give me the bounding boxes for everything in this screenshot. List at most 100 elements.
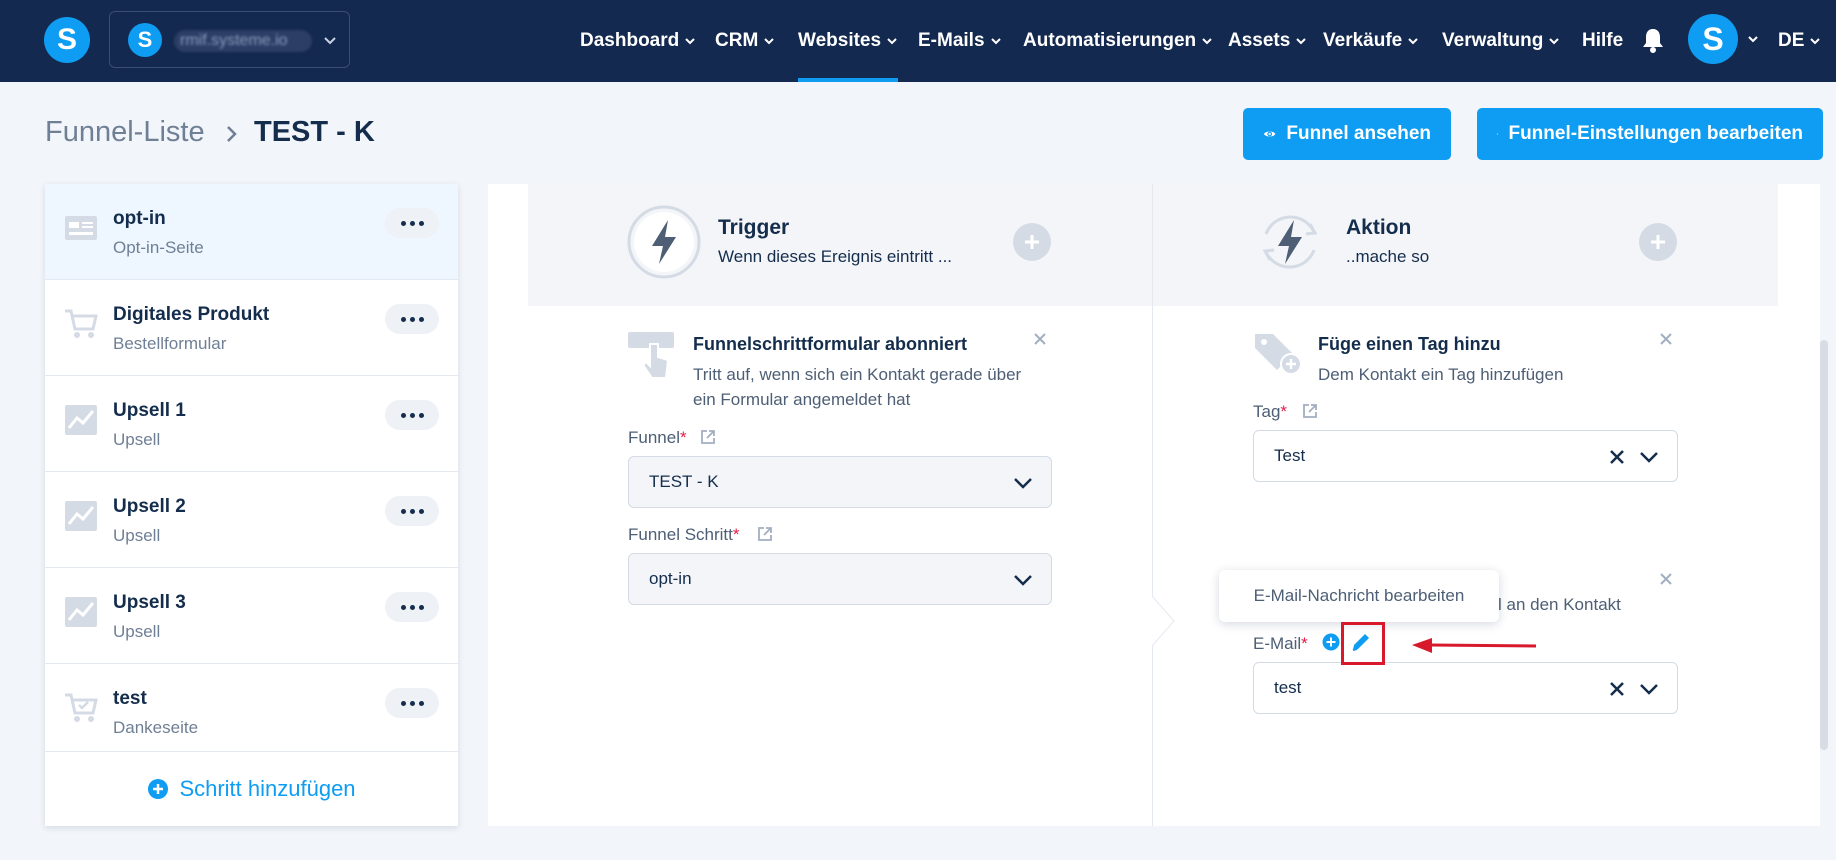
clear-icon[interactable] xyxy=(1609,681,1625,697)
chevron-down-icon xyxy=(324,37,336,45)
email-card-description: l an den Kontakt xyxy=(1498,595,1621,614)
funnel-step-field-label: Funnel Schritt* xyxy=(628,525,740,544)
edit-funnel-settings-button[interactable]: Funnel-Einstellungen bearbeiten xyxy=(1477,108,1823,160)
plus-icon xyxy=(1025,235,1039,249)
plus-circle-icon xyxy=(148,779,169,799)
close-icon[interactable] xyxy=(1033,332,1047,346)
tag-plus-icon xyxy=(1255,334,1302,375)
tag-select-value: Test xyxy=(1274,446,1306,465)
arrow-left-icon xyxy=(1412,638,1537,653)
nav-dashboard[interactable]: Dashboard xyxy=(580,0,697,82)
tag-card-title: Füge einen Tag hinzu xyxy=(1318,334,1501,354)
language-label: DE xyxy=(1778,30,1805,51)
nav-label: E-Mails xyxy=(918,30,985,51)
chevron-down-icon xyxy=(685,38,695,45)
close-icon[interactable] xyxy=(1659,332,1673,346)
more-options-button[interactable] xyxy=(385,688,439,718)
step-subtitle: Upsell xyxy=(113,622,161,641)
nav-label: Websites xyxy=(798,30,882,51)
funnel-step-item[interactable]: test Dankeseite xyxy=(45,664,458,752)
chevron-down-icon xyxy=(1014,575,1032,586)
highlight-box xyxy=(1341,622,1385,665)
funnel-step-item[interactable]: Digitales Produkt Bestellformular xyxy=(45,280,458,376)
step-subtitle: Upsell xyxy=(113,430,161,449)
nav-label: Verkäufe xyxy=(1323,30,1403,51)
add-step-button[interactable]: Schritt hinzufügen xyxy=(45,752,458,826)
step-title: test xyxy=(113,688,147,709)
funnel-step-select[interactable]: opt-in xyxy=(628,553,1052,605)
external-link-icon[interactable] xyxy=(699,428,717,446)
cart-icon xyxy=(65,309,98,338)
connector-notch xyxy=(1152,596,1175,646)
nav-automations[interactable]: Automatisierungen xyxy=(1023,0,1214,82)
tag-select[interactable]: Test xyxy=(1253,430,1678,482)
account-switcher[interactable]: S rmif.systeme.io xyxy=(109,11,350,68)
chevron-down-icon[interactable] xyxy=(1746,32,1760,46)
funnel-step-item[interactable]: Upsell 2 Upsell xyxy=(45,472,458,568)
user-avatar[interactable]: S xyxy=(1688,14,1738,64)
funnel-step-item[interactable]: Upsell 3 Upsell xyxy=(45,568,458,664)
scrollbar[interactable] xyxy=(1820,340,1828,750)
nav-label: Verwaltung xyxy=(1442,30,1544,51)
language-switcher[interactable]: DE xyxy=(1778,0,1822,82)
trigger-header xyxy=(528,184,1152,306)
bell-icon[interactable] xyxy=(1640,26,1666,54)
email-select[interactable]: test xyxy=(1253,662,1678,714)
funnel-step-item[interactable]: Upsell 1 Upsell xyxy=(45,376,458,472)
close-icon[interactable] xyxy=(1659,572,1673,586)
nav-websites[interactable]: Websites xyxy=(798,0,899,82)
top-navigation-bar: S S rmif.systeme.io Dashboard CRM Websit… xyxy=(0,0,1836,82)
edit-funnel-settings-label: Funnel-Einstellungen bearbeiten xyxy=(1508,123,1803,144)
chevron-down-icon xyxy=(1640,684,1658,695)
systeme-logo[interactable]: S xyxy=(44,17,90,63)
lightning-cycle-icon xyxy=(1262,215,1318,269)
trigger-subtitle: Wenn dieses Ereignis eintritt ... xyxy=(718,247,953,266)
edit-email-tooltip: E-Mail-Nachricht bearbeiten xyxy=(1219,570,1499,622)
nav-management[interactable]: Verwaltung xyxy=(1442,0,1561,82)
nav-help[interactable]: Hilfe xyxy=(1582,0,1623,82)
step-subtitle: Dankeseite xyxy=(113,718,199,737)
tag-field-label: Tag* xyxy=(1253,402,1288,421)
trigger-card-description: Tritt auf, wenn sich ein Kontakt gerade … xyxy=(693,365,1022,409)
plus-circle-icon[interactable] xyxy=(1322,633,1340,651)
more-options-button[interactable] xyxy=(385,400,439,430)
funnel-step-select-value: opt-in xyxy=(649,569,692,588)
nav-label: Hilfe xyxy=(1582,30,1624,51)
funnel-select[interactable]: TEST - K xyxy=(628,456,1052,508)
action-subtitle: ..mache so xyxy=(1346,247,1430,266)
action-title: Aktion xyxy=(1346,216,1412,239)
chart-up-icon xyxy=(65,405,97,435)
step-title: opt-in xyxy=(113,208,166,229)
nav-assets[interactable]: Assets xyxy=(1228,0,1308,82)
gear-icon xyxy=(1497,133,1499,135)
step-title: Upsell 3 xyxy=(113,592,186,613)
add-action-button[interactable] xyxy=(1639,223,1677,261)
external-link-icon[interactable] xyxy=(756,525,774,543)
lightning-icon xyxy=(627,205,701,279)
more-options-button[interactable] xyxy=(385,208,439,238)
account-name: rmif.systeme.io xyxy=(174,30,312,52)
nav-sales[interactable]: Verkäufe xyxy=(1323,0,1420,82)
more-options-button[interactable] xyxy=(385,592,439,622)
chevron-down-icon xyxy=(1296,38,1307,45)
clear-icon[interactable] xyxy=(1609,449,1625,465)
funnel-select-value: TEST - K xyxy=(649,472,719,491)
funnel-steps-list: opt-in Opt-in-Seite Digitales Produkt Be… xyxy=(45,184,458,826)
view-funnel-button[interactable]: Funnel ansehen xyxy=(1243,108,1451,160)
chevron-down-icon xyxy=(990,38,1001,45)
more-options-button[interactable] xyxy=(385,496,439,526)
step-subtitle: Opt-in-Seite xyxy=(113,238,204,257)
nav-crm[interactable]: CRM xyxy=(715,0,776,82)
chart-up-icon xyxy=(65,501,97,531)
funnel-step-item[interactable]: opt-in Opt-in-Seite xyxy=(45,184,458,280)
eye-icon xyxy=(1263,131,1276,137)
automation-rules-panel: Trigger Wenn dieses Ereignis eintritt ..… xyxy=(488,184,1820,826)
external-link-icon[interactable] xyxy=(1301,402,1319,420)
add-trigger-button[interactable] xyxy=(1013,223,1051,261)
chevron-down-icon xyxy=(1408,38,1418,45)
more-options-button[interactable] xyxy=(385,304,439,334)
optin-page-icon xyxy=(65,216,97,240)
nav-label: CRM xyxy=(715,30,759,51)
nav-emails[interactable]: E-Mails xyxy=(918,0,1003,82)
breadcrumb-funnel-list[interactable]: Funnel-Liste xyxy=(45,116,205,149)
